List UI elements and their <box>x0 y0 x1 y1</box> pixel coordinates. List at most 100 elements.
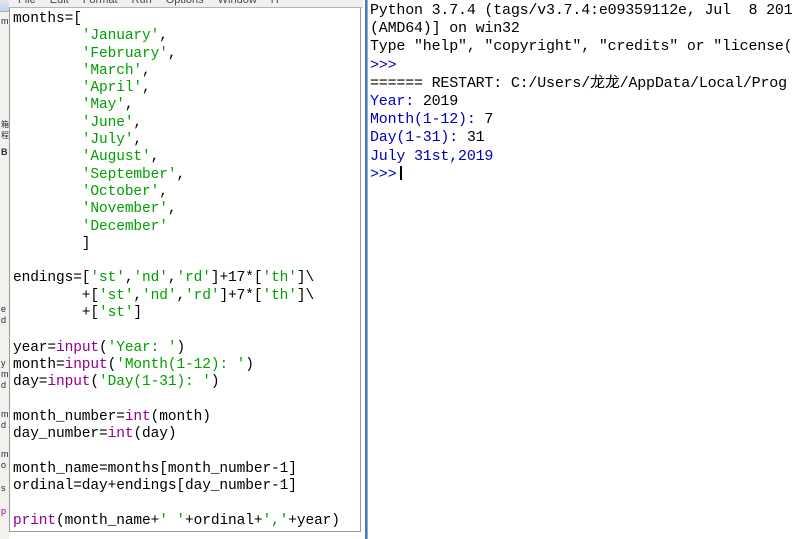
token: month= <box>13 356 65 373</box>
idle-editor-window[interactable]: File Edit Format Run Options Window H months=[… <box>9 0 363 539</box>
token: Day(1-31): <box>370 129 467 147</box>
token: 'June' <box>81 114 134 131</box>
editor-menu-h[interactable]: H <box>264 0 286 6</box>
code-line: ordinal=day+endings[day_number-1] <box>13 478 297 494</box>
token: 'th' <box>262 270 297 287</box>
editor-menu-file[interactable]: File <box>11 0 43 6</box>
background-window-fragment: p <box>1 506 7 516</box>
token: ]\ <box>296 270 315 287</box>
token: , <box>159 183 168 200</box>
code-line: day=input('Day(1-31): ') <box>13 374 220 391</box>
code-line: 'September', <box>13 167 185 183</box>
code-line: endings=['st','nd','rd']+17*['th']\ <box>13 270 314 286</box>
code-line: 'January', <box>13 28 168 44</box>
code-line: day_number=int(day) <box>13 426 177 443</box>
token: print <box>13 512 57 529</box>
code-line: 'July', <box>13 132 142 148</box>
token: (month_name+ <box>56 512 160 529</box>
token: , <box>124 97 134 114</box>
shell-line: (AMD64)] on win32 <box>370 20 520 37</box>
token: 'January' <box>81 28 160 45</box>
editor-text-area[interactable]: months=[ 'January', 'February', 'March',… <box>9 7 361 532</box>
background-window-fragment: s <box>1 483 6 493</box>
token: input <box>64 356 108 373</box>
token: 'Year: ' <box>107 339 177 356</box>
background-window-fragment: m <box>1 409 9 419</box>
token: +[ <box>13 305 100 322</box>
token: , <box>150 149 160 166</box>
token: 'July' <box>81 132 134 149</box>
token: 'August' <box>81 149 151 166</box>
code-line: 'February', <box>13 46 177 62</box>
token: >>> <box>370 56 397 74</box>
code-line: month=input('Month(1-12): ') <box>13 357 254 373</box>
shell-line: Year: 2019 <box>370 93 458 110</box>
token: endings=[ <box>13 270 91 287</box>
shell-output-text[interactable]: Python 3.7.4 (tags/v3.7.4:e09359112e, Ju… <box>370 2 793 184</box>
token: ]+17*[ <box>210 270 263 287</box>
token: , <box>142 62 151 79</box>
editor-menu-items: File Edit Format Run Options Window H <box>11 0 286 6</box>
code-line: months=[ <box>13 11 82 27</box>
code-line: year=input('Year: ') <box>13 340 185 356</box>
code-line: 'December' <box>13 219 168 235</box>
background-window-fragment: e <box>1 304 7 314</box>
token: , <box>133 132 143 149</box>
editor-menu-format[interactable]: Format <box>76 0 125 6</box>
token: ) <box>245 356 254 373</box>
token: , <box>133 114 143 131</box>
editor-menu-window[interactable]: Window <box>211 0 264 6</box>
token: ====== RESTART: C:/Users/龙龙/AppData/Loca… <box>370 74 787 92</box>
code-line: 'May', <box>13 97 134 114</box>
editor-menu-options[interactable]: Options <box>159 0 211 6</box>
code-line: month_name=months[month_number-1] <box>13 461 297 477</box>
token: 'nd' <box>142 287 177 304</box>
token: 2019 <box>422 93 459 111</box>
code-line: 'November', <box>13 201 177 218</box>
token: ( <box>99 339 108 356</box>
token: Month(1-12): <box>370 111 485 129</box>
token: , <box>159 28 168 45</box>
token: 'rd' <box>185 287 220 304</box>
token: 'Day(1-31): ' <box>99 374 211 391</box>
background-window-fragment: B <box>1 147 8 157</box>
token: (month) <box>150 408 211 425</box>
editor-menu-run[interactable]: Run <box>125 0 159 6</box>
token: input <box>56 339 100 356</box>
token: 'December' <box>81 218 168 235</box>
background-window-fragment: m <box>1 16 9 26</box>
token: 'May' <box>81 97 125 114</box>
token: , <box>176 166 186 183</box>
background-window-fragment: y <box>1 358 6 368</box>
shell-line: July 31st,2019 <box>370 148 493 165</box>
background-window-titlebar[interactable] <box>0 0 9 12</box>
token: month_number= <box>13 408 125 425</box>
token: July 31st,2019 <box>370 147 494 165</box>
token: ] <box>13 235 91 252</box>
token: 'rd' <box>176 270 211 287</box>
background-window-fragment: o <box>1 460 7 470</box>
code-line: ] <box>13 235 91 252</box>
token: 'November' <box>81 201 168 218</box>
token: ] <box>133 305 143 322</box>
idle-shell-window[interactable]: Python 3.7.4 (tags/v3.7.4:e09359112e, Ju… <box>365 0 798 539</box>
token: day= <box>13 374 48 391</box>
token: 31 <box>466 129 485 147</box>
editor-source-code[interactable]: months=[ 'January', 'February', 'March',… <box>13 11 340 530</box>
token: +year) <box>288 512 340 529</box>
token: 'March' <box>81 62 143 79</box>
editor-menu-edit[interactable]: Edit <box>43 0 76 6</box>
token: Year: <box>370 93 423 111</box>
token: , <box>142 80 151 97</box>
background-window-fragment: m <box>1 449 9 459</box>
background-window-fragment: 程 <box>1 131 9 140</box>
token: ]+7*[ <box>219 287 263 304</box>
token: int <box>107 426 134 443</box>
shell-line: Month(1-12): 7 <box>370 111 493 128</box>
